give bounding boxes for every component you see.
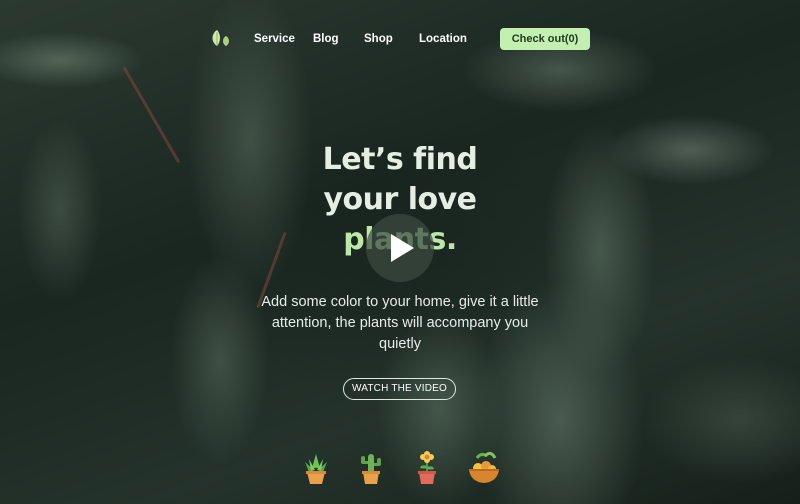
cactus-pot-icon[interactable] [357,450,385,486]
play-video-button[interactable] [366,214,434,282]
nav-link-location[interactable]: Location [419,33,467,45]
top-nav: Service Blog Shop Location Check out(0) [0,28,800,52]
play-icon [391,234,414,262]
nav-link-shop[interactable]: Shop [364,33,393,45]
watch-video-button[interactable]: WATCH THE VIDEO [343,378,456,400]
hero-subtitle: Add some color to your home, give it a l… [261,294,539,352]
nav-link-service[interactable]: Service [254,33,295,45]
flower-pot-icon[interactable] [414,450,440,486]
nav-link-blog[interactable]: Blog [313,33,339,45]
succulent-pot-icon[interactable] [301,450,331,486]
leaf-logo-icon[interactable] [208,28,234,48]
checkout-button[interactable]: Check out(0) [500,28,590,50]
hero-title-line-1: Let’s find [322,142,478,177]
fruit-bowl-icon[interactable] [467,450,501,486]
